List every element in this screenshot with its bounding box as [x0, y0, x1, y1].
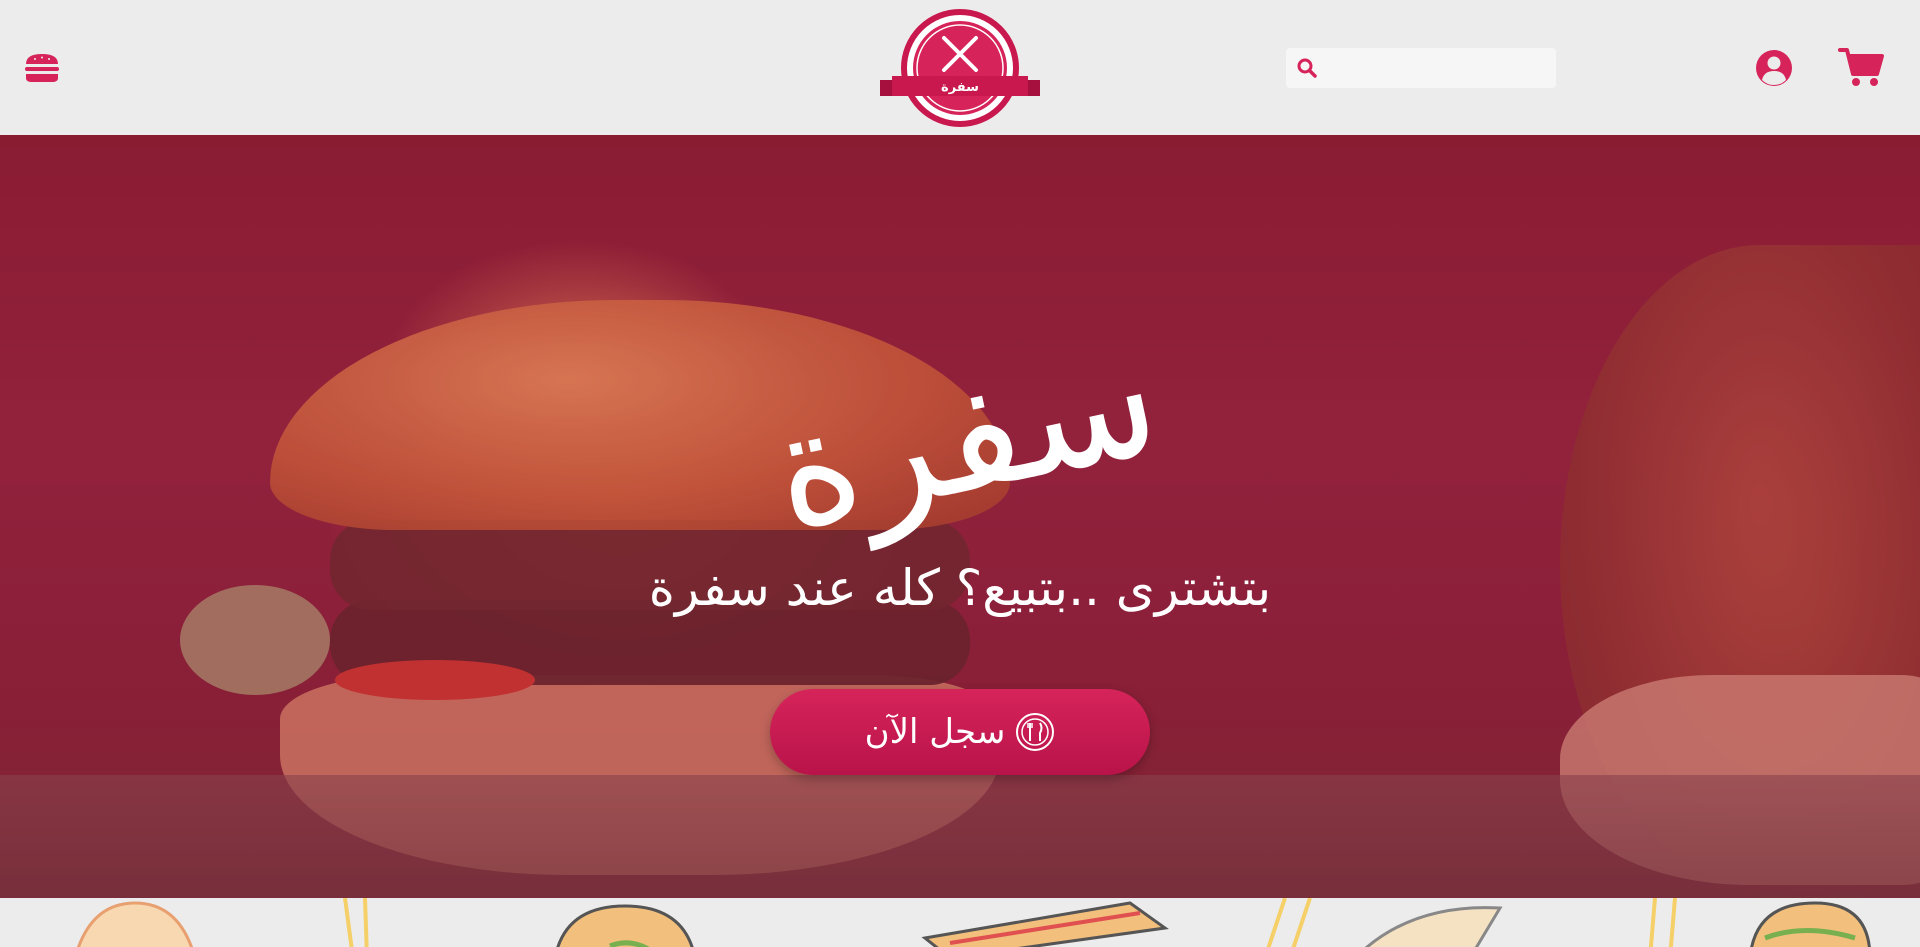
sandwich-doodle-icon: [921, 901, 1169, 947]
signup-button-label: سجل الآن: [864, 712, 1006, 752]
cart-button[interactable]: [1838, 46, 1884, 88]
hero-tagline: بتشترى ..بتبيع؟ كله عند سفرة: [648, 559, 1272, 617]
fries-doodle-icon-2: [1266, 898, 1312, 947]
user-circle-icon: [1756, 50, 1792, 86]
croissant-doodle-icon: [76, 901, 194, 947]
search-icon[interactable]: [1296, 57, 1318, 79]
logo-text: سفرة: [941, 80, 979, 95]
cutlery-plate-icon: [1016, 713, 1055, 751]
food-doodle-strip: [0, 898, 1920, 947]
cart-icon: [1838, 48, 1884, 86]
search-input[interactable]: [1322, 48, 1550, 88]
burger-doodle-icon: [556, 904, 694, 947]
site-header: سفرة: [0, 0, 1920, 135]
site-logo[interactable]: سفرة: [878, 8, 1042, 128]
burger-menu-icon: [25, 54, 59, 82]
signup-button[interactable]: سجل الآن: [770, 689, 1150, 775]
user-account-button[interactable]: [1754, 48, 1794, 88]
taco-doodle-icon: [1750, 901, 1871, 947]
wrap-doodle-icon: [1364, 906, 1503, 947]
search-box[interactable]: [1286, 48, 1556, 88]
fries-doodle-icon: [343, 898, 369, 947]
fries-doodle-icon-3: [1648, 898, 1677, 947]
hero-banner: سفرة بتشترى ..بتبيع؟ كله عند سفرة سجل ال…: [0, 135, 1920, 898]
burger-menu-button[interactable]: [22, 48, 62, 88]
